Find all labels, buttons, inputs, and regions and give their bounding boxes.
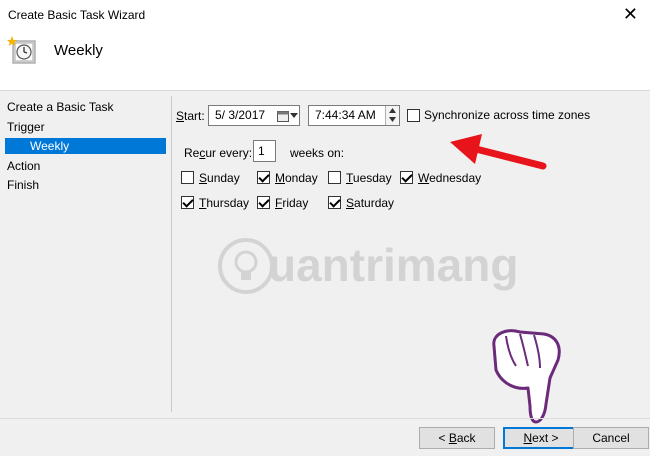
weeks-on-label: weeks on: (290, 146, 345, 160)
sidebar-item-trigger[interactable]: Trigger (7, 120, 45, 134)
sidebar-item-finish[interactable]: Finish (7, 178, 39, 192)
start-date-picker[interactable]: 5/ 3/2017 (208, 105, 300, 126)
recur-weeks-input[interactable]: 1 (253, 140, 276, 162)
wizard-header: Weekly (0, 30, 650, 91)
button-bar-separator (0, 418, 650, 419)
time-spinner[interactable] (385, 106, 399, 125)
lightbulb-icon (218, 238, 274, 294)
friday-label: Friday (275, 196, 309, 210)
chevron-down-icon[interactable] (290, 113, 298, 119)
cancel-button[interactable]: Cancel (573, 427, 649, 449)
sidebar-item-create-basic-task[interactable]: Create a Basic Task (7, 100, 114, 114)
spin-up-icon[interactable] (389, 108, 396, 113)
pointing-hand-icon (492, 329, 561, 424)
page-title: Weekly (54, 42, 103, 59)
close-icon[interactable]: ✕ (623, 4, 638, 24)
monday-checkbox[interactable] (257, 171, 270, 184)
saturday-label: Saturday (346, 196, 395, 210)
sidebar-item-action[interactable]: Action (7, 159, 40, 173)
tuesday-checkbox[interactable] (328, 171, 341, 184)
watermark-logo: uantrimang (216, 236, 518, 300)
synchronize-label: Synchronize across time zones (424, 108, 591, 122)
task-clock-icon (7, 36, 36, 64)
next-button[interactable]: Next > (503, 427, 579, 449)
sunday-checkbox[interactable] (181, 171, 194, 184)
synchronize-checkbox[interactable] (407, 109, 420, 122)
recur-every-label: Recur every: (184, 146, 253, 160)
window-title: Create Basic Task Wizard (8, 8, 146, 22)
spin-down-icon[interactable] (389, 117, 396, 122)
tuesday-label: Tuesday (346, 171, 392, 185)
sidebar-divider (171, 96, 172, 412)
monday-label: Monday (275, 171, 318, 185)
start-time-field[interactable]: 7:44:34 AM (308, 105, 400, 126)
thursday-label: Thursday (199, 196, 250, 210)
sidebar-item-weekly[interactable]: Weekly (5, 138, 166, 154)
sidebar-item-label: Weekly (30, 139, 70, 153)
thursday-checkbox[interactable] (181, 196, 194, 209)
wednesday-checkbox[interactable] (400, 171, 413, 184)
calendar-icon[interactable] (277, 110, 289, 122)
back-button[interactable]: < Back (419, 427, 495, 449)
saturday-checkbox[interactable] (328, 196, 341, 209)
title-bar: Create Basic Task Wizard ✕ (0, 0, 650, 30)
red-arrow-annotation-icon (450, 134, 547, 170)
watermark-text: uantrimang (268, 239, 519, 291)
sunday-label: Sunday (199, 171, 240, 185)
friday-checkbox[interactable] (257, 196, 270, 209)
start-label: Start: (176, 109, 205, 123)
